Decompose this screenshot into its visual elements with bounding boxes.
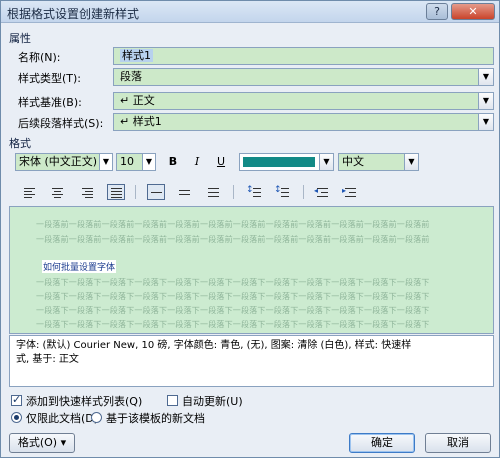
decrease-indent-icon[interactable]: ◂: [313, 184, 331, 200]
style-type-label: 样式类型(T):: [18, 72, 82, 85]
ok-button[interactable]: 确定: [349, 433, 415, 453]
help-button[interactable]: ?: [426, 3, 448, 20]
following-style-select[interactable]: ↵ 样式1 ▼: [113, 113, 494, 131]
chevron-down-icon: ▼: [404, 154, 418, 170]
preview-previous-line: 一段落前一段落前一段落前一段落前一段落前一段落前一段落前一段落前一段落前一段落前…: [36, 220, 430, 229]
name-input-value: 样式1: [120, 49, 153, 62]
chevron-down-icon: ▼: [478, 69, 493, 85]
add-quick-style-checkbox[interactable]: [11, 393, 22, 406]
font-select[interactable]: 宋体 (中文正文): [15, 153, 112, 171]
format-group-label: 格式: [9, 137, 31, 150]
auto-update-checkbox[interactable]: [167, 395, 178, 406]
align-center-icon[interactable]: [48, 184, 66, 200]
properties-group-label: 属性: [9, 32, 31, 45]
only-this-document-label: 仅限此文档(D): [26, 412, 99, 425]
chevron-down-icon[interactable]: ▼: [99, 153, 113, 171]
font-color-picker[interactable]: ▼: [239, 153, 334, 171]
increase-spacing-before-icon[interactable]: ↕: [245, 184, 263, 200]
preview-sample-text: 如何批量设置字体: [42, 260, 117, 273]
language-select[interactable]: 中文 ▼: [338, 153, 419, 171]
justify-icon[interactable]: [107, 184, 125, 200]
following-style-value: ↵ 样式1: [120, 115, 162, 128]
dialog-title: 根据格式设置创建新样式: [7, 7, 140, 21]
cancel-button[interactable]: 取消: [425, 433, 491, 453]
auto-update-label: 自动更新(U): [182, 395, 243, 408]
style-description: 字体: (默认) Courier New, 10 磅, 字体颜色: 青色, (无…: [9, 335, 494, 387]
decrease-spacing-before-icon[interactable]: ↕: [273, 184, 291, 200]
increase-indent-icon[interactable]: ▸: [341, 184, 359, 200]
italic-button[interactable]: I: [187, 153, 207, 171]
size-value: 10: [120, 155, 134, 168]
based-on-label: 样式基准(B):: [18, 96, 82, 109]
double-spacing-icon[interactable]: [204, 184, 222, 200]
chevron-down-icon: ▼: [319, 154, 333, 170]
name-label: 名称(N):: [18, 51, 61, 64]
description-line: 式, 基于: 正文: [16, 354, 79, 365]
description-line: 字体: (默认) Courier New, 10 磅, 字体颜色: 青色, (无…: [16, 340, 412, 351]
format-menu-button[interactable]: 格式(O) ▾: [9, 433, 75, 453]
preview-next-line: 一段落下一段落下一段落下一段落下一段落下一段落下一段落下一段落下一段落下一段落下…: [36, 306, 430, 315]
based-on-value: ↵ 正文: [120, 94, 155, 107]
toolbar-separator: [303, 185, 304, 199]
underline-button[interactable]: U: [211, 153, 231, 171]
preview-next-line: 一段落下一段落下一段落下一段落下一段落下一段落下一段落下一段落下一段落下一段落下…: [36, 278, 430, 287]
based-on-select[interactable]: ↵ 正文 ▼: [113, 92, 494, 110]
chevron-down-icon: ▼: [478, 114, 493, 130]
title-bar: 根据格式设置创建新样式 ? ✕: [1, 1, 499, 23]
toolbar-separator: [233, 185, 234, 199]
align-left-icon[interactable]: [20, 184, 38, 200]
name-input[interactable]: 样式1: [113, 47, 494, 65]
font-value: 宋体 (中文正文): [19, 155, 98, 168]
style-preview: 一段落前一段落前一段落前一段落前一段落前一段落前一段落前一段落前一段落前一段落前…: [9, 206, 494, 334]
style-type-value: 段落: [120, 70, 142, 83]
chevron-down-icon[interactable]: ▼: [142, 153, 156, 171]
language-value: 中文: [342, 155, 364, 168]
align-right-icon[interactable]: [78, 184, 96, 200]
style-type-select[interactable]: 段落 ▼: [113, 68, 494, 86]
font-color-swatch: [243, 157, 315, 167]
preview-next-line: 一段落下一段落下一段落下一段落下一段落下一段落下一段落下一段落下一段落下一段落下…: [36, 292, 430, 301]
new-documents-template-radio[interactable]: [91, 412, 102, 423]
following-style-label: 后续段落样式(S):: [18, 117, 104, 130]
new-documents-template-label: 基于该模板的新文档: [106, 412, 205, 425]
bold-button[interactable]: B: [163, 153, 183, 171]
toolbar-separator: [135, 185, 136, 199]
preview-previous-line: 一段落前一段落前一段落前一段落前一段落前一段落前一段落前一段落前一段落前一段落前…: [36, 235, 430, 244]
preview-next-line: 一段落下一段落下一段落下一段落下一段落下一段落下一段落下一段落下一段落下一段落下…: [36, 320, 430, 329]
single-spacing-icon[interactable]: [147, 184, 165, 200]
chevron-down-icon: ▼: [478, 93, 493, 109]
one-half-spacing-icon[interactable]: [175, 184, 193, 200]
create-style-dialog: 根据格式设置创建新样式 ? ✕ 属性 名称(N): 样式1 样式类型(T): 段…: [0, 0, 500, 458]
close-button[interactable]: ✕: [451, 3, 495, 20]
only-this-document-radio[interactable]: [11, 412, 22, 423]
add-quick-style-label: 添加到快速样式列表(Q): [26, 395, 143, 408]
